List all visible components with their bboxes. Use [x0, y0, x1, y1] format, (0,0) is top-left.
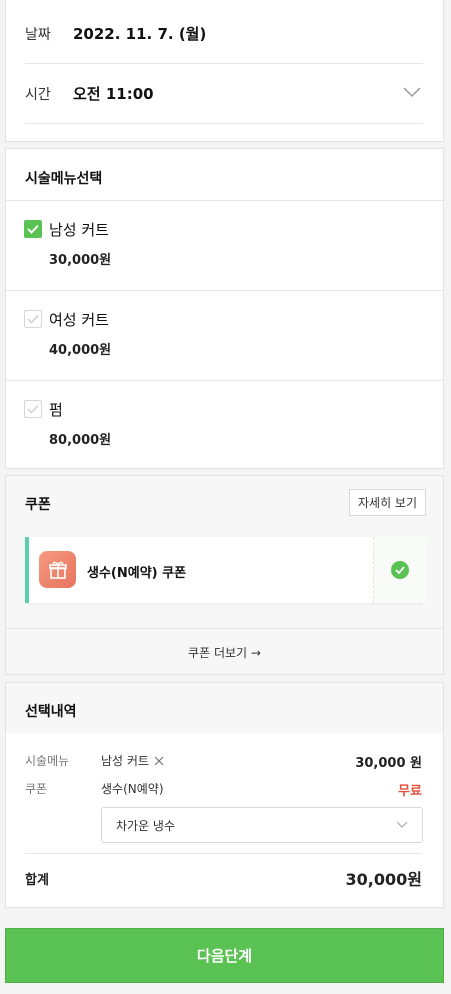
menu-item-men-cut[interactable]: 남성 커트 30,000원	[6, 201, 443, 291]
menu-item-price: 40,000원	[49, 343, 112, 358]
checkbox-checked[interactable]	[24, 220, 42, 238]
close-icon[interactable]	[154, 756, 164, 766]
summary-menu-name: 남성 커트	[101, 754, 149, 768]
date-label: 날짜	[25, 26, 51, 43]
next-step-button[interactable]: 다음단계	[5, 928, 444, 983]
divider	[25, 853, 422, 854]
gift-icon	[39, 551, 76, 588]
menu-item-women-cut[interactable]: 여성 커트 40,000원	[6, 291, 443, 381]
coupon-select-area[interactable]	[374, 537, 427, 603]
total-amount: 30,000원	[345, 870, 422, 889]
summary-card: 선택내역 시술메뉴 남성 커트 30,000 원 쿠폰 생수(N예약) 무료 차…	[5, 682, 444, 908]
checkbox-unchecked[interactable]	[24, 400, 42, 418]
time-label: 시간	[25, 86, 51, 103]
check-icon	[27, 314, 39, 324]
coupon-option-value: 차가운 냉수	[116, 818, 176, 833]
summary-menu-label: 시술메뉴	[25, 754, 70, 768]
coupon-section-title: 쿠폰	[25, 497, 51, 513]
total-label: 합계	[25, 873, 49, 888]
check-circle-icon	[391, 561, 409, 579]
menu-item-price: 30,000원	[49, 253, 112, 268]
menu-item-price: 80,000원	[49, 433, 112, 448]
summary-coupon-value: 생수(N예약)	[101, 782, 164, 796]
menu-item-perm[interactable]: 펌 80,000원	[6, 381, 443, 471]
summary-title: 선택내역	[25, 704, 77, 720]
summary-header: 선택내역	[6, 683, 443, 733]
checkbox-unchecked[interactable]	[24, 310, 42, 328]
coupon-detail-button[interactable]: 자세히 보기	[348, 489, 426, 516]
summary-coupon-amount: 무료	[398, 784, 422, 799]
summary-coupon-label: 쿠폰	[25, 782, 48, 796]
date-row: 날짜 2022. 11. 7. (월)	[25, 4, 423, 64]
time-select[interactable]: 시간 오전 11:00	[25, 64, 423, 124]
check-icon	[27, 404, 39, 414]
coupon-card: 쿠폰 자세히 보기 생수(N예약) 쿠폰 쿠폰 더보기 →	[5, 475, 444, 675]
time-value: 오전 11:00	[73, 85, 154, 103]
menu-card: 시술메뉴선택 남성 커트 30,000원 여성 커트 40,000원 펌 80,…	[5, 148, 444, 469]
date-value: 2022. 11. 7. (월)	[73, 25, 207, 43]
menu-item-name: 여성 커트	[49, 311, 109, 329]
menu-section-title: 시술메뉴선택	[25, 171, 103, 187]
check-icon	[27, 224, 39, 234]
datetime-card: 날짜 2022. 11. 7. (월) 시간 오전 11:00	[5, 0, 444, 142]
coupon-option-select[interactable]: 차가운 냉수	[101, 807, 423, 843]
menu-item-name: 남성 커트	[49, 221, 109, 239]
chevron-down-icon	[396, 821, 408, 828]
coupon-more-button[interactable]: 쿠폰 더보기 →	[6, 628, 443, 675]
coupon-name: 생수(N예약) 쿠폰	[87, 566, 187, 581]
menu-item-name: 펌	[49, 401, 63, 419]
chevron-down-icon[interactable]	[403, 86, 421, 98]
summary-menu-amount: 30,000 원	[355, 756, 422, 771]
summary-menu-value: 남성 커트	[101, 752, 164, 769]
coupon-item[interactable]: 생수(N예약) 쿠폰	[25, 537, 427, 603]
